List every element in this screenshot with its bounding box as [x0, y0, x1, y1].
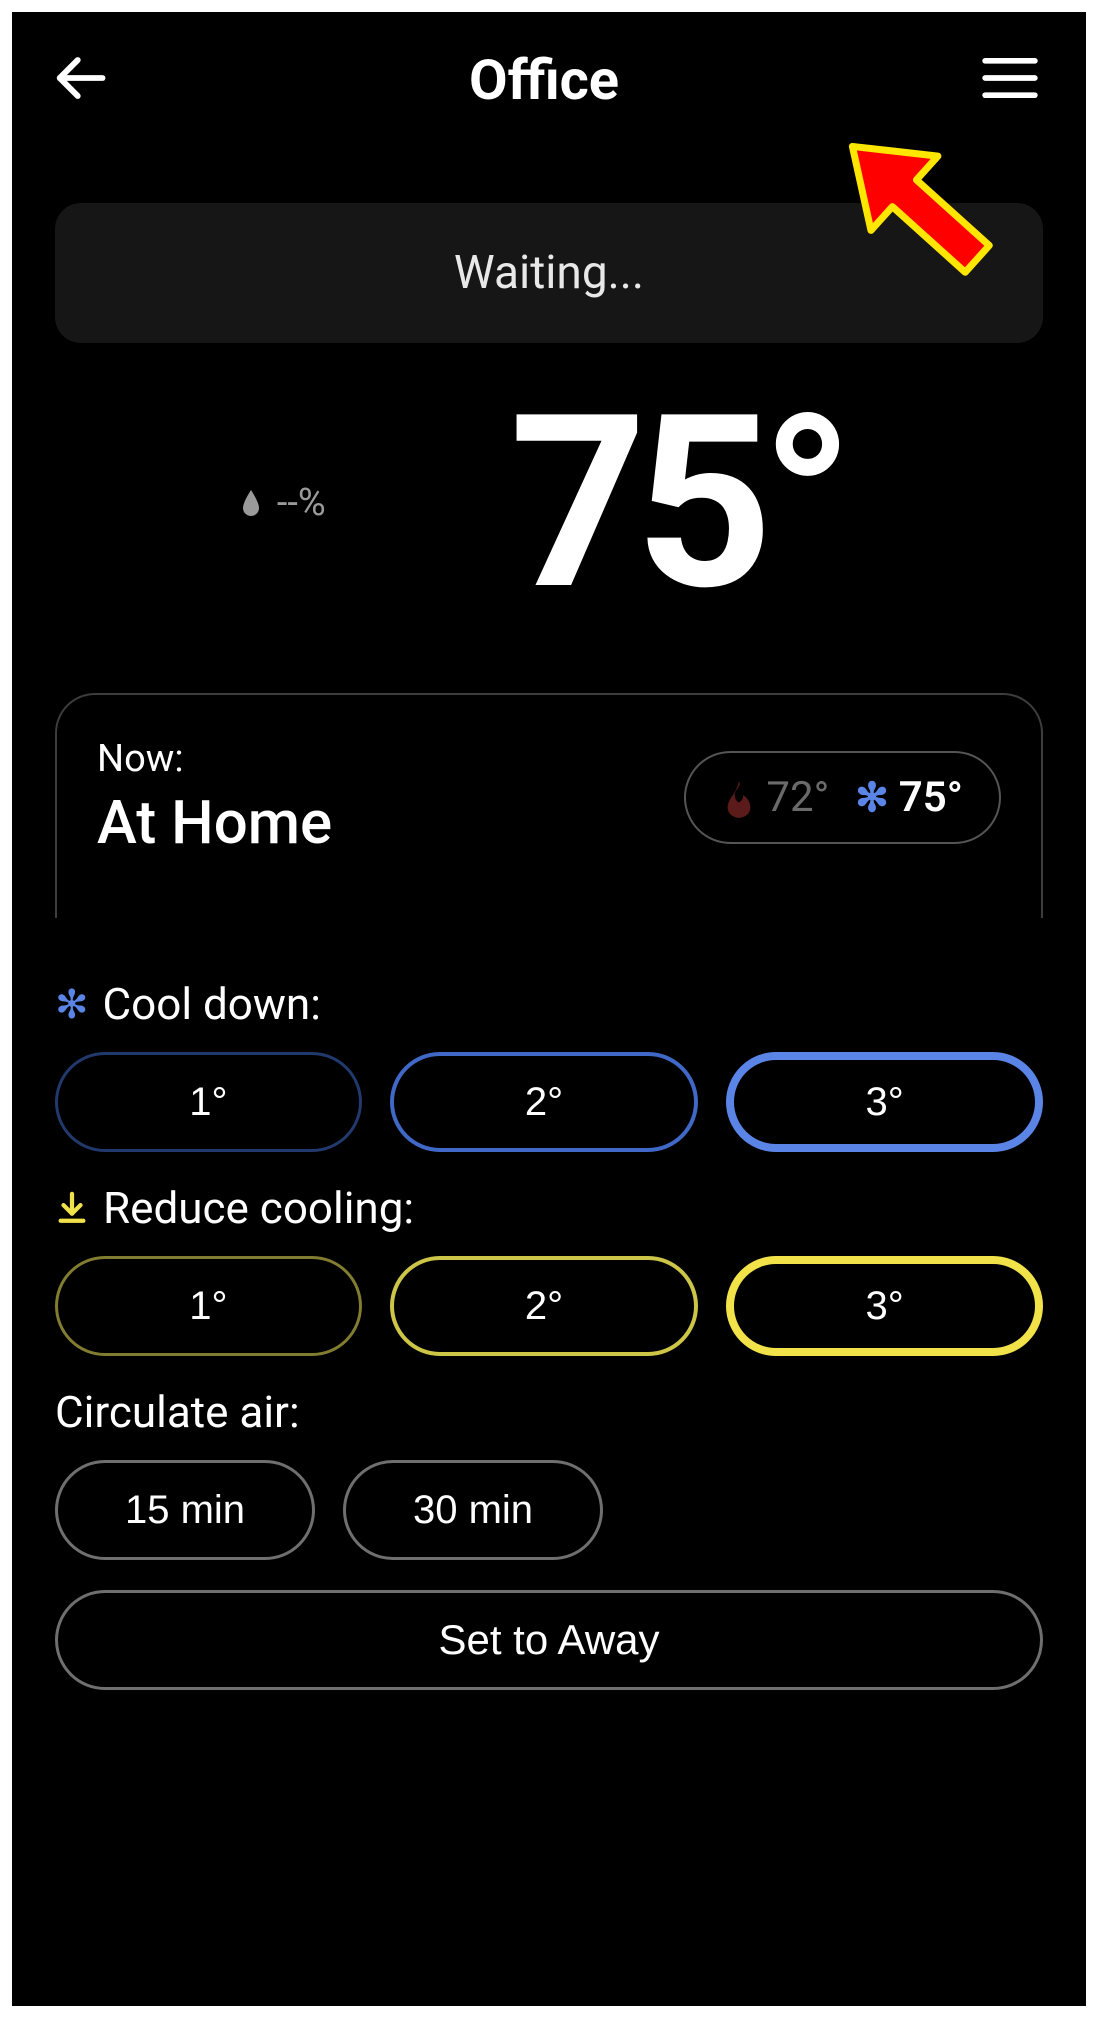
snowflake-icon: ✻ [55, 981, 89, 1028]
humidity-value: --% [277, 481, 326, 525]
schedule-name: At Home [97, 787, 332, 858]
cool-down-1[interactable]: 1° [55, 1052, 362, 1152]
arrow-down-to-line-icon [55, 1191, 89, 1225]
cool-setpoint-value: 75° [899, 773, 963, 822]
circulate-header: Circulate air: [55, 1386, 1043, 1438]
reduce-cooling-2[interactable]: 2° [390, 1256, 699, 1356]
cool-down-label: Cool down: [103, 978, 321, 1030]
schedule-info: Now: At Home [97, 737, 332, 858]
reduce-cooling-header: Reduce cooling: [55, 1182, 1043, 1234]
cool-down-3[interactable]: 3° [726, 1052, 1043, 1152]
away-section: Set to Away [55, 1590, 1043, 1690]
reduce-cooling-1[interactable]: 1° [55, 1256, 362, 1356]
heat-setpoint-value: 72° [766, 773, 829, 822]
cool-down-header: ✻ Cool down: [55, 978, 1043, 1030]
status-banner: Waiting... [55, 203, 1043, 343]
reduce-cooling-3[interactable]: 3° [726, 1256, 1043, 1356]
current-temperature: 75° [509, 383, 1043, 623]
arrow-left-icon [53, 51, 107, 105]
cool-setpoint: ✻ 75° [855, 773, 963, 822]
cool-down-section: ✻ Cool down: 1° 2° 3° [55, 978, 1043, 1152]
snowflake-icon: ✻ [855, 774, 889, 821]
set-away-button[interactable]: Set to Away [55, 1590, 1043, 1690]
app-frame: Office Waiting... --% 75° [12, 12, 1086, 2006]
status-text: Waiting... [454, 246, 644, 300]
circulate-30[interactable]: 30 min [343, 1460, 603, 1560]
circulate-section: Circulate air: 15 min 30 min [55, 1386, 1043, 1560]
cool-down-2[interactable]: 2° [390, 1052, 699, 1152]
back-button[interactable] [53, 51, 107, 109]
schedule-now-label: Now: [97, 737, 332, 781]
circulate-label: Circulate air: [55, 1386, 300, 1438]
menu-button[interactable] [981, 57, 1045, 103]
flame-icon [722, 778, 756, 818]
setpoint-pill[interactable]: 72° ✻ 75° [684, 751, 1001, 844]
page-title: Office [469, 47, 619, 113]
droplet-icon [239, 488, 263, 518]
heat-setpoint: 72° [722, 773, 829, 822]
reduce-cooling-row: 1° 2° 3° [55, 1256, 1043, 1356]
schedule-card[interactable]: Now: At Home 72° ✻ 75° [55, 693, 1043, 918]
hamburger-icon [981, 57, 1039, 99]
humidity: --% [55, 481, 509, 525]
cool-down-row: 1° 2° 3° [55, 1052, 1043, 1152]
temperature-readout: --% 75° [55, 363, 1043, 643]
reduce-cooling-label: Reduce cooling: [103, 1182, 414, 1234]
circulate-row: 15 min 30 min [55, 1460, 1043, 1560]
header: Office [15, 15, 1083, 133]
reduce-cooling-section: Reduce cooling: 1° 2° 3° [55, 1182, 1043, 1356]
circulate-15[interactable]: 15 min [55, 1460, 315, 1560]
